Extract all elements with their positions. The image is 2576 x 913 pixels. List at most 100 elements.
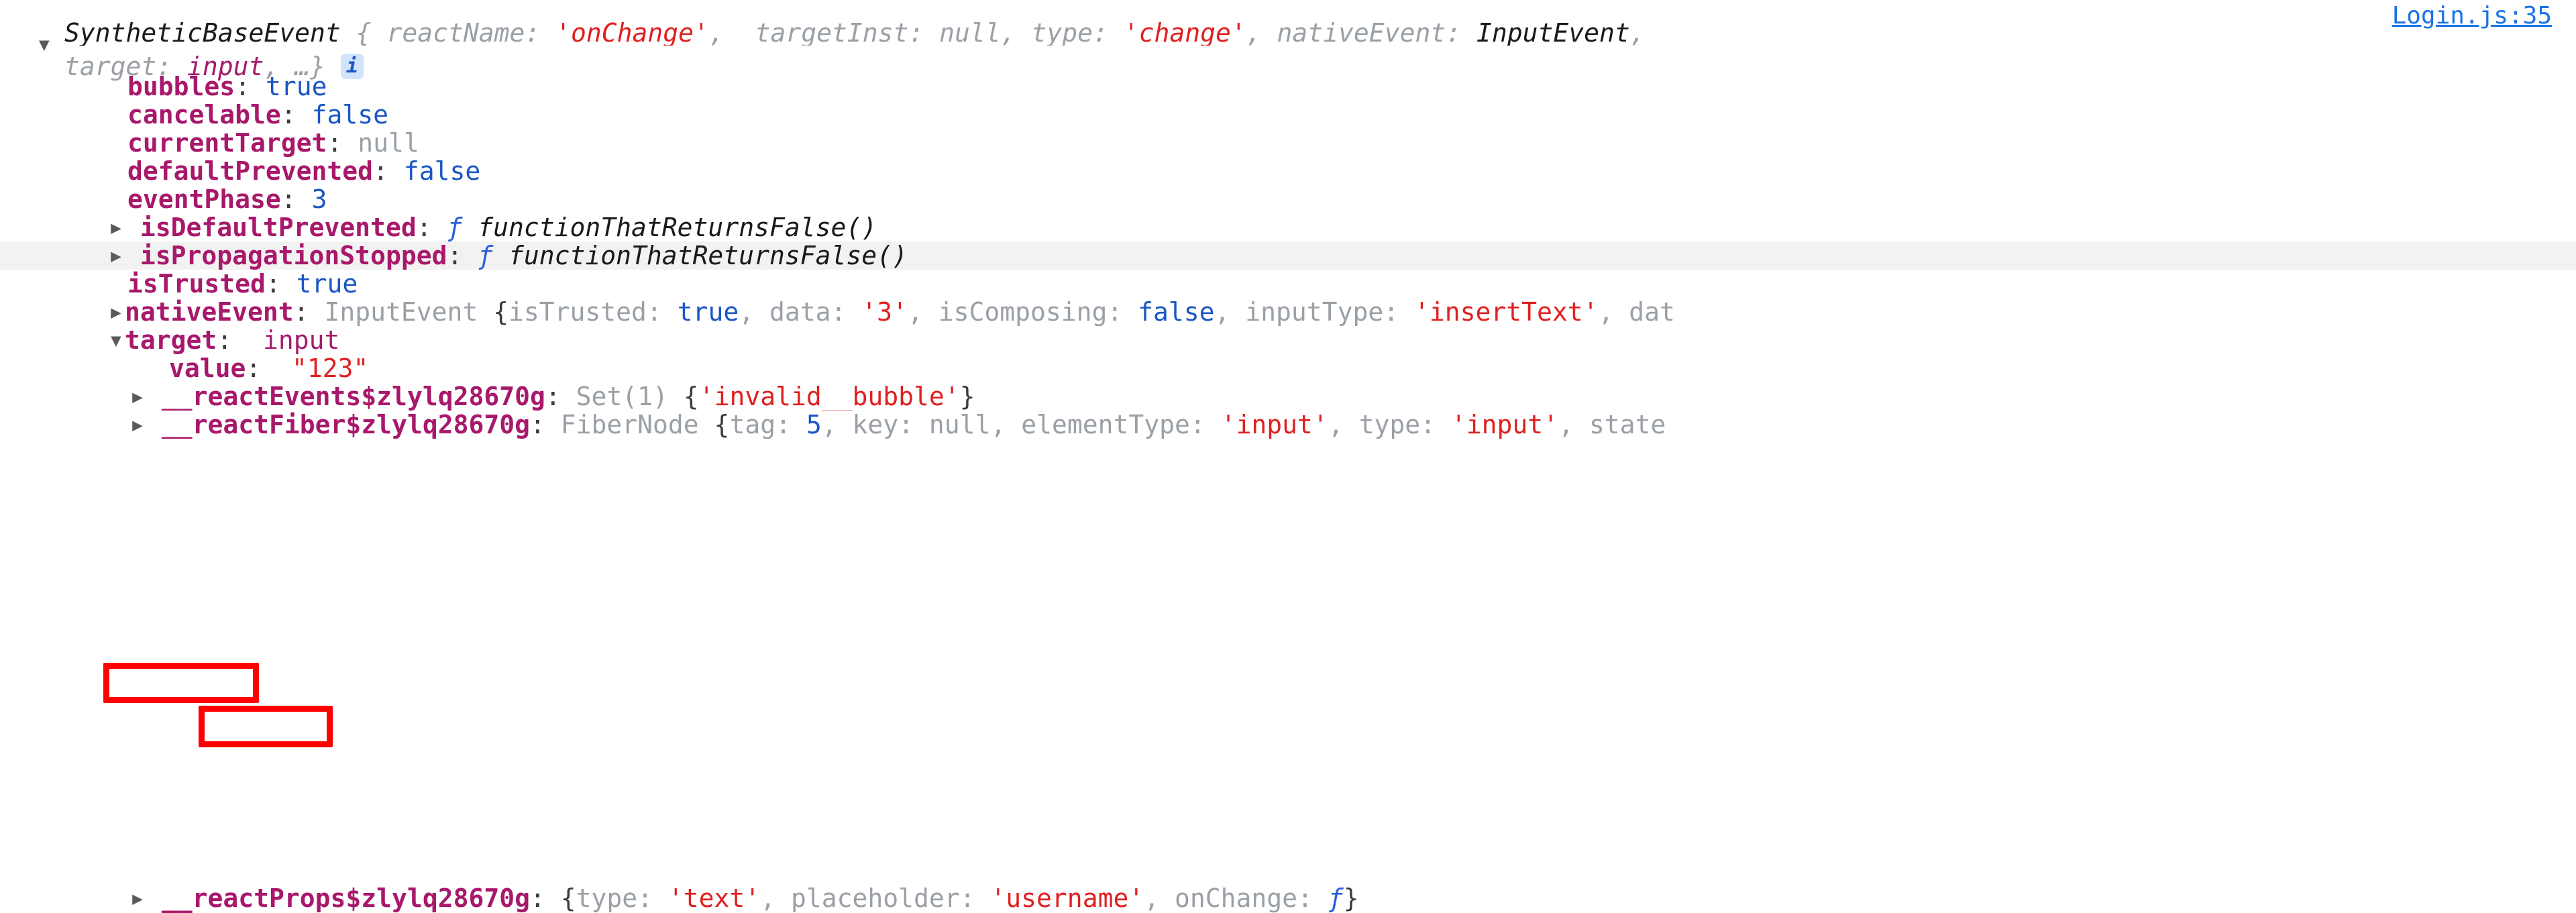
annotation-box-value-key xyxy=(199,706,333,747)
expand-triangle-icon[interactable] xyxy=(107,242,125,270)
property-key: currentTarget xyxy=(127,129,327,157)
clipped-bottom-region: __reactProps$zlylq28670g: {type: 'text',… xyxy=(0,884,2576,913)
preview-key-reactname: _reactName: xyxy=(371,20,541,46)
property-value: functionThatReturnsFalse() xyxy=(478,213,877,241)
property-row-defaultprevented[interactable]: defaultPrevented: false xyxy=(0,157,2576,185)
property-row-isdefaultprevented[interactable]: isDefaultPrevented: ƒ functionThatReturn… xyxy=(0,213,2576,241)
property-colon: : xyxy=(327,129,343,157)
object-preview-header[interactable]: ▼ SyntheticBaseEvent {_reactName: 'onCha… xyxy=(0,0,2576,79)
preview-sep-3: , xyxy=(1246,20,1262,46)
annotation-box-target-key xyxy=(103,663,259,703)
property-value: false xyxy=(311,101,388,129)
property-colon: : xyxy=(416,213,432,241)
property-key: value xyxy=(169,354,246,382)
collapse-triangle-icon[interactable] xyxy=(107,327,125,355)
property-value: "123" xyxy=(292,354,369,382)
property-key: defaultPrevented xyxy=(127,157,374,185)
property-key: isTrusted xyxy=(127,270,266,298)
nativeevent-key-data: data: xyxy=(769,298,847,326)
property-key: cancelable xyxy=(127,101,281,129)
reactfiber-key-elementtype: elementType: xyxy=(1021,411,1205,439)
nativeevent-value-istrusted: true xyxy=(677,298,739,326)
reactfiber-sep-4: , xyxy=(1558,411,1574,439)
object-preview-line-1: SyntheticBaseEvent {_reactName: 'onChang… xyxy=(64,20,2576,46)
preview-value-targetinst: null xyxy=(939,20,1001,46)
property-row-reactprops[interactable]: __reactProps$zlylq28670g: {type: 'text',… xyxy=(0,884,2576,913)
property-value: input xyxy=(262,326,340,354)
reactprops-value-placeholder: 'username' xyxy=(990,884,1144,913)
nativeevent-sep-4: , xyxy=(1598,298,1614,326)
property-row-bubbles[interactable]: bubbles: true xyxy=(0,72,2576,101)
reactprops-key-placeholder: placeholder: xyxy=(790,884,975,913)
reactfiber-value-key: null xyxy=(928,411,991,439)
nativeevent-key-istrusted: isTrusted: xyxy=(508,298,662,326)
reactprops-sep-2: , xyxy=(1144,884,1160,913)
nativeevent-sep-2: , xyxy=(907,298,923,326)
reactevents-close-brace: } xyxy=(959,382,975,411)
property-key: __reactEvents$zlylq28670g xyxy=(161,382,545,411)
nativeevent-constructor: InputEvent xyxy=(324,298,478,326)
property-row-ispropagationstopped[interactable]: isPropagationStopped: ƒ functionThatRetu… xyxy=(0,241,2576,270)
property-row-nativeevent[interactable]: nativeEvent: InputEvent {isTrusted: true… xyxy=(0,298,2576,326)
property-row-reactevents[interactable]: __reactEvents$zlylq28670g: Set(1) {'inva… xyxy=(0,382,2576,411)
expand-triangle-icon[interactable] xyxy=(107,214,125,242)
preview-sep-4: , xyxy=(1629,20,1646,46)
preview-value-type: 'change' xyxy=(1123,20,1246,46)
expand-triangle-icon[interactable] xyxy=(129,885,146,913)
function-glyph-icon: ƒ xyxy=(447,213,463,241)
object-class-name: SyntheticBaseEvent xyxy=(64,20,341,46)
property-row-reactfiber[interactable]: __reactFiber$zlylq28670g: FiberNode {tag… xyxy=(0,411,2576,439)
property-row-value[interactable]: value: "123" xyxy=(0,354,2576,382)
property-key: nativeEvent xyxy=(125,298,294,326)
expand-triangle-icon[interactable] xyxy=(129,411,146,439)
reactfiber-sep-1: , xyxy=(821,411,837,439)
reactprops-sep-1: , xyxy=(760,884,776,913)
property-row-eventphase[interactable]: eventPhase: 3 xyxy=(0,185,2576,213)
property-colon: : xyxy=(280,185,297,213)
expand-triangle-icon[interactable] xyxy=(129,383,146,411)
reactfiber-sep-3: , xyxy=(1328,411,1344,439)
reactfiber-truncated-tail: state xyxy=(1589,411,1666,439)
reactfiber-key-tag: tag: xyxy=(729,411,791,439)
property-colon: : xyxy=(265,270,281,298)
property-colon: : xyxy=(235,72,251,101)
expand-triangle-root[interactable]: ▼ xyxy=(39,36,56,54)
reactevents-open-brace: { xyxy=(683,382,699,411)
property-row-target[interactable]: target: input xyxy=(0,326,2576,354)
property-key: isDefaultPrevented xyxy=(140,213,417,241)
property-key: eventPhase xyxy=(127,185,281,213)
reactfiber-open-brace: { xyxy=(714,411,730,439)
preview-key-nativeevent: nativeEvent: xyxy=(1277,20,1462,46)
property-row-cancelable[interactable]: cancelable: false xyxy=(0,101,2576,129)
reactfiber-key-key: key: xyxy=(852,411,914,439)
reactfiber-value-tag: 5 xyxy=(806,411,822,439)
reactevents-entry: 'invalid__bubble' xyxy=(698,382,960,411)
property-colon: : xyxy=(529,411,545,439)
property-row-currenttarget[interactable]: currentTarget: null xyxy=(0,129,2576,157)
property-value: functionThatReturnsFalse() xyxy=(508,241,908,270)
console-log-entry: Login.js:35 ▼ SyntheticBaseEvent {_react… xyxy=(0,0,2576,913)
reactfiber-sep-2: , xyxy=(990,411,1006,439)
property-key: target xyxy=(125,326,217,354)
nativeevent-truncated-tail: dat xyxy=(1629,298,1675,326)
property-colon: : xyxy=(293,298,309,326)
nativeevent-sep-1: , xyxy=(739,298,755,326)
property-row-istrusted[interactable]: isTrusted: true xyxy=(0,270,2576,298)
reactprops-close-brace: } xyxy=(1343,884,1359,913)
reactfiber-value-elementtype: 'input' xyxy=(1220,411,1328,439)
property-colon: : xyxy=(280,101,297,129)
expand-triangle-icon[interactable] xyxy=(107,299,125,327)
property-colon: : xyxy=(246,354,262,382)
property-value: null xyxy=(358,129,419,157)
nativeevent-key-inputtype: inputType: xyxy=(1245,298,1399,326)
preview-key-type: type: xyxy=(1031,20,1108,46)
property-key: __reactProps$zlylq28670g xyxy=(161,884,530,913)
property-key: bubbles xyxy=(127,72,235,101)
property-colon: : xyxy=(447,241,463,270)
nativeevent-open-brace: { xyxy=(493,298,509,326)
property-colon: : xyxy=(529,884,545,913)
property-colon: : xyxy=(217,326,233,354)
function-glyph-icon: ƒ xyxy=(478,241,494,270)
nativeevent-value-iscomposing: false xyxy=(1138,298,1215,326)
reactprops-key-type: type: xyxy=(576,884,653,913)
